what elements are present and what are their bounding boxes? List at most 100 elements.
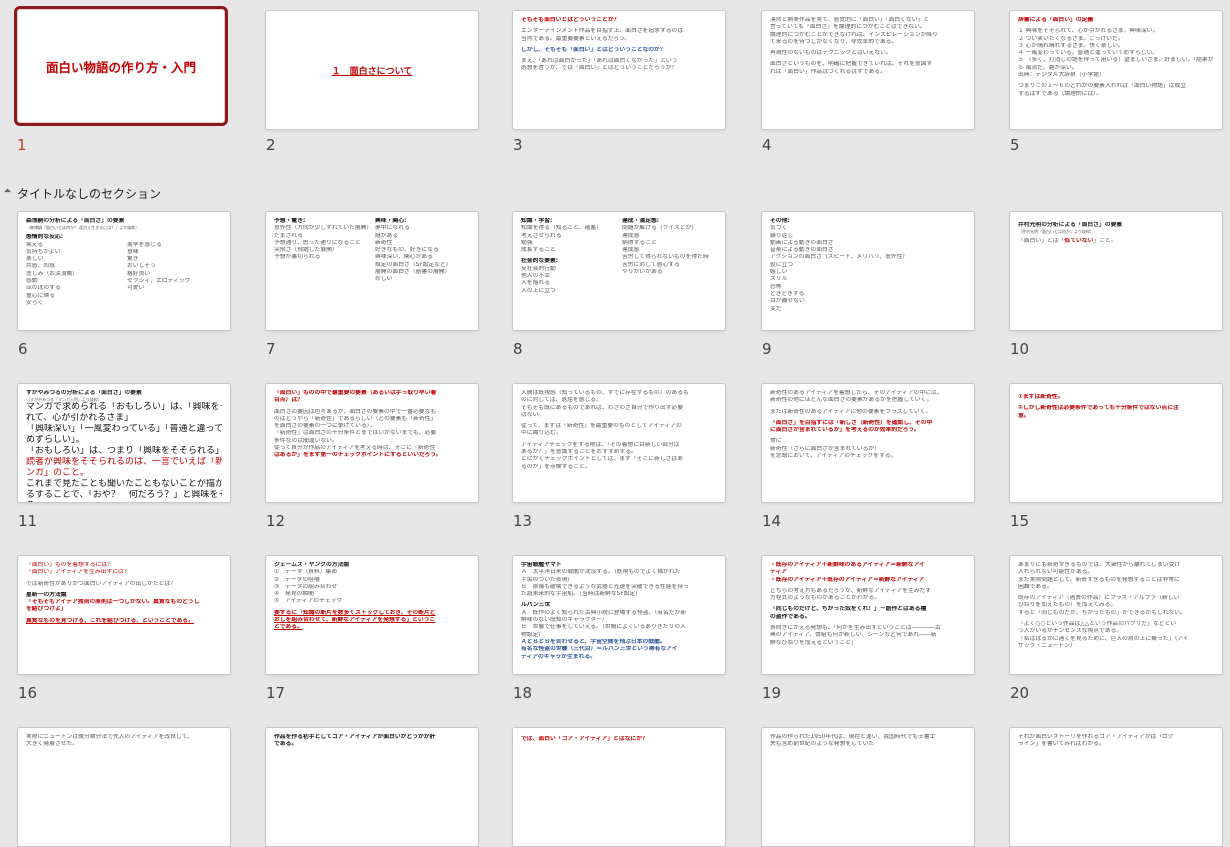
- slide-line: セクシィ、エロティック: [127, 278, 191, 285]
- slide-line: 勉強: [521, 239, 533, 246]
- slide-line: を面白さの要素の一つに挙げている）。: [274, 423, 376, 430]
- slide-thumbnail-18[interactable]: 宇宙戦艦ヤマト Ａ 太平洋日米の戦艦が沈没する。（既視ものでよく描かれた 手垢の…: [512, 555, 726, 675]
- slide-line: ほのぼのする: [26, 285, 61, 292]
- slide-line: 変だ: [770, 305, 782, 312]
- slide-line: 「興味深い」「一風変わっている」「普通と違っていて: [26, 424, 222, 435]
- slide-line: た超未来的な宇宙船。（当時は新鮮なSF設定）: [521, 591, 642, 598]
- slide-thumbnail-15[interactable]: ①まずは新奇性。 ②しかし新奇性は必要条件であっても十分条件ではない点に注 意。: [1009, 383, 1223, 503]
- slide-thumbnail-5[interactable]: 辞書による「面白い」の定義 １ 興味をそそられて、心が引かれるさま。興味深い。 …: [1009, 10, 1223, 130]
- slide-thumbnail-8[interactable]: 知識・学習: 知識を得る（知ること、蘊蓄） 考えさせられる 勉強 成長すること …: [512, 211, 726, 331]
- slide-line: アイディアチェックをする際は、「その着想に目新しい部分は: [521, 441, 680, 448]
- slide-line: 意外性（方向が少しずれていた展開）: [274, 225, 369, 232]
- slide-line: れば「面白い」作品はつくれるはずである。: [770, 68, 886, 75]
- slide-line: では、面白い「コア・アイディア」とはなにか？: [521, 736, 648, 742]
- slide-line: つまりこの１～６のどれかの要素入れれば「面白い物語」は成立: [1018, 83, 1187, 90]
- slide-line: 困難である。: [1018, 583, 1053, 590]
- slide-line: そもそも既にあるものであれば、わざわざ自分で作り出す必要: [521, 404, 684, 411]
- slide-line: である。: [274, 741, 298, 748]
- slide-thumbnail-3[interactable]: そもそも面白いとはどういうことか？ エンターテインメント作品を目指す上、面白さを…: [512, 10, 726, 130]
- slide-line: ライン」を書いてみればわかる。: [1018, 741, 1105, 748]
- slide-thumbnail-10[interactable]: 井村光明の分析による「面白さ」の要素 （井村光明『面白いとは何か』より抜粋） 「…: [1009, 211, 1223, 331]
- slide-line: では新奇性がありかつ面白いアイディアの出しかたとは？: [26, 580, 177, 587]
- slide-thumbnail-6[interactable]: 森博嗣の分析による「面白さ」の要素 （森博嗣『面白いとは何か？ 面白く生きるには…: [17, 211, 231, 331]
- slide-thumbnail-12[interactable]: 「面白い」ものの中で最重要の要素（あるいは手っ取り早い着 目点）は？ 面白さの要…: [265, 383, 479, 503]
- slide-line: または新奇性のあるアイディアに他の要素をプラスしていく。: [770, 408, 932, 415]
- slide-thumbnail-16[interactable]: 「面白い」ものを着想するには？ 「面白い」アイディアを生み出すには？ では新奇性…: [17, 555, 231, 675]
- slide-thumbnail-25[interactable]: それが面白いストーリを作れるコア・アイディアかは「ログ ライン」を書いてみればわ…: [1009, 727, 1223, 847]
- slide-line: 美学を感じる: [127, 241, 162, 248]
- slide-line: 実際にニュートンは微分積分法で先人のアイディアを改良して、: [26, 734, 193, 740]
- slide-line: 新奇性（さらに面白さが含まれているか）: [770, 445, 880, 452]
- slide-title: 井村光明の分析による「面白さ」の要素: [1018, 222, 1123, 228]
- slide-thumbnail-13[interactable]: 人間は既視感（知っているもの、すでに存在するもの）のあるも のに対しては、退屈を…: [512, 383, 726, 503]
- slide-line: それが面白いストーリを作れるコア・アイディアかは「ログ: [1018, 734, 1174, 740]
- slide-thumbnail-14[interactable]: 新奇性のあるアイディアを着想したら、そのアイディアの中には、 新奇性の他にほどん…: [761, 383, 975, 503]
- slide-number: 3: [513, 136, 523, 154]
- slide-thumbnail-22[interactable]: 作品を作る初手としてコア・アイディアが面白いかどうかが肝 である。: [265, 727, 479, 847]
- slide-line: 反社会的行動: [521, 265, 556, 272]
- slide-line: 典のアイディア、骨組も何か新しい、シーンなど何であれ――新: [770, 632, 937, 639]
- slide-title: 面白い物語の作り方・入門: [45, 59, 196, 75]
- section-header[interactable]: タイトルなしのセクション: [0, 184, 300, 202]
- slide-number: 18: [513, 684, 533, 702]
- slide-line: 「面白い」アイディアを生み出すには？: [26, 569, 130, 576]
- slide-line: 意味: [127, 248, 139, 255]
- slide-line: 方程式のようなものがあることがわかる。: [770, 595, 881, 602]
- slide-line: Ａ 既作のよく知られた古典小説に登場する怪盗。（有名だが新: [521, 609, 687, 616]
- slide-line: 達成感: [622, 232, 640, 239]
- slide-thumbnail-23[interactable]: では、面白い「コア・アイディア」とはなにか？: [512, 727, 726, 847]
- slide-line: ３ 心が晴れ晴れするさま。快く楽しい。: [1018, 42, 1124, 49]
- slide-number: 15: [1010, 512, 1030, 530]
- slide-line: 目が離せない: [770, 298, 805, 305]
- slide-heading: 興味・関心:: [375, 218, 407, 224]
- slide-thumbnail-11[interactable]: すがやみつるの分析による「面白さ」の要素 （すがやみつる『マンガ入門』より抜粋）…: [17, 383, 231, 503]
- slide-thumbnail-19[interactable]: ・既存のアイディア＋新鮮味のあるアイディア＝新鮮なアイ ディア ・既存のアイディ…: [761, 555, 975, 675]
- slide-line: 常に: [770, 438, 782, 445]
- slide-line: 安らぐ: [26, 299, 44, 306]
- slide-number: 13: [513, 512, 533, 530]
- slide-line: 人の上に立つ: [521, 287, 556, 294]
- slide-line: 言っていても「面白さ」を論理的につかむことはできない。: [770, 24, 926, 31]
- slide-thumbnail-9[interactable]: その他: 気づく 繰り返し 動画による動きの面白さ 音楽による動きの面白さ アク…: [761, 211, 975, 331]
- slide-thumbnail-2[interactable]: １ 面白さについて: [265, 10, 479, 130]
- slide-number: 5: [1010, 136, 1020, 154]
- slide-line: 「よく○○という作品は△△という作品のパクリだ」などとい: [1018, 621, 1177, 628]
- slide-thumbnail-7[interactable]: 予想・驚き: 意外性（方向が少しずれていた展開） だまされる 予想通り、思った通…: [265, 211, 479, 331]
- slide-line: 恐怖: [770, 283, 782, 290]
- slide-line: ② データの咀嚼: [274, 576, 320, 583]
- slide-line: Ｂ 原爆も破壊できるような武器と光速を突破できる性能を持っ: [521, 583, 689, 590]
- slide-line: ＡとＢとＢを合わせると、宇宙空間を飛ぶ日本の戦艦。: [521, 638, 666, 645]
- slide-line: ５ （多く、打消しの語を伴って用いる）望ましいさま。好ましい。「結果が……くない…: [1018, 57, 1214, 64]
- slide-line: 悲しみ（お涙頂戴）: [26, 270, 79, 277]
- slide-line: 突飛さ（飛躍した展開）: [274, 247, 338, 254]
- slide-line: 納得すること: [622, 239, 657, 246]
- slide-line: を結びつけよ」: [26, 606, 67, 613]
- slide-line: 要するに「知識の断片を数多くストックしておき、その断片ど: [274, 609, 436, 616]
- slide-line: 手垢のついた表現）: [521, 576, 574, 583]
- slide-line: 苦労して得られないものを得た時: [622, 254, 709, 261]
- slide-line: これまで見たことも聞いたこともないことが描かれてい: [26, 479, 222, 490]
- slide-line: 音楽による動きの面白さ: [770, 247, 834, 254]
- slide-line: 新奇性: [375, 239, 393, 246]
- slide-line: しかし、そもそも「面白い」とはどういうことなのか？: [521, 46, 666, 53]
- slide-thumbnail-24[interactable]: 作品の作られた1950年代は、現在と違い、我国時代でも士書エ 夫も含め前世紀のよ…: [761, 727, 975, 847]
- slide-number: 20: [1010, 684, 1030, 702]
- slide-thumbnail-4[interactable]: 漠然と娯楽作品を見て、感覚的に「面白い」「面白くない」と 言っていても「面白さ」…: [761, 10, 975, 130]
- slide-thumbnail-21[interactable]: 実際にニュートンは微分積分法で先人のアイディアを改良して、 大きく発展させた。: [17, 727, 231, 847]
- slide-line: 再現性のないものはテクニックとはいえない。: [770, 50, 892, 57]
- slide-line: 可愛い: [127, 285, 145, 292]
- slide-thumbnail-17[interactable]: ジェームズ・ヤングの方法論 ① データ（資料）集め ② データの咀嚼 ③ データ…: [265, 555, 479, 675]
- slide-line: 好きなもの、好きになる: [375, 247, 439, 254]
- slide-line: ４ 一風変わっている。普通と違っていてめずらしい。: [1018, 50, 1159, 57]
- slide-line: また実際問題として、新奇すぎるものを発想することは非常に: [1018, 576, 1180, 583]
- slide-line: 「面白い」とは「: [1018, 238, 1065, 245]
- slide-line: 「同じものだけど、ちがった奴をくれ！」－創作とはある種: [770, 606, 927, 613]
- collapse-triangle-icon[interactable]: [3, 188, 12, 196]
- slide-thumbnail-20[interactable]: あまりにも新奇すぎるものでは、大衆性から離れてしまい受け 入れられない可能性があ…: [1009, 555, 1223, 675]
- slide-line: 格好良い: [127, 270, 151, 277]
- slide-thumbnail-1[interactable]: 面白い物語の作り方・入門: [14, 6, 228, 126]
- slide-heading: 感情的な反応:: [26, 234, 64, 241]
- slide-line: 楽しい: [26, 256, 44, 263]
- slide-line: 出典：デジタル大辞泉（小学館）: [1018, 72, 1105, 79]
- slide-line: 異質なものを見つける、これを結びつける、ということである。: [26, 617, 194, 624]
